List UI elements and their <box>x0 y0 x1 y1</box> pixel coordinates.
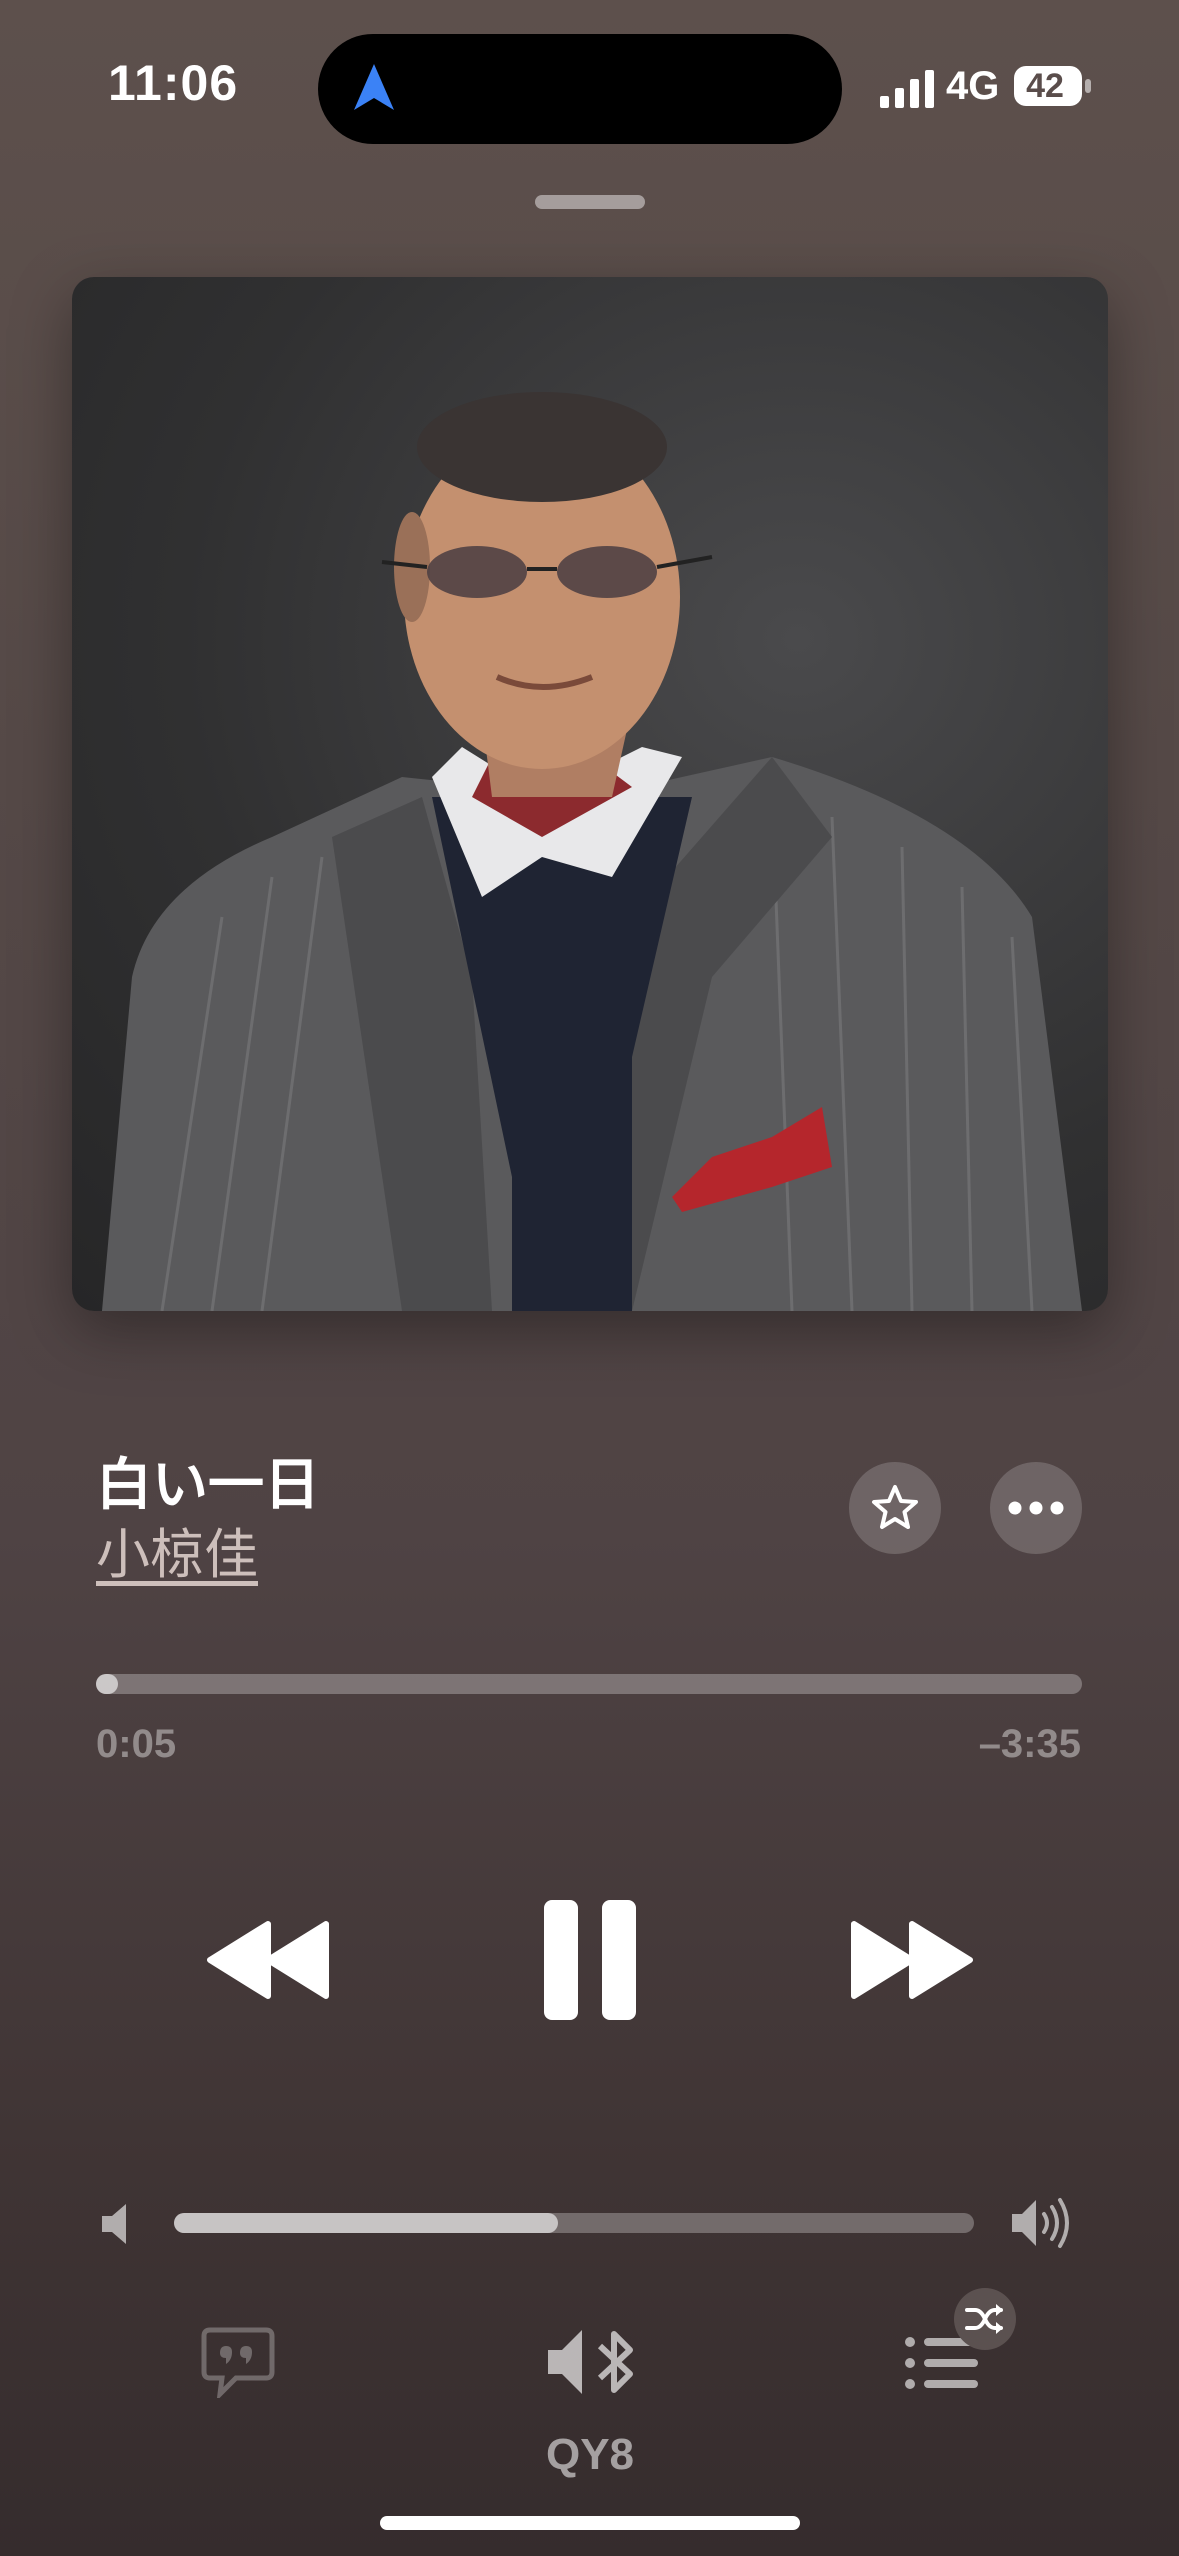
speaker-high-icon <box>1012 2198 1069 2248</box>
album-artwork <box>72 277 1108 1311</box>
cellular-signal-icon <box>880 70 934 108</box>
shuffle-icon <box>965 2304 1003 2334</box>
bluetooth-speaker-icon[interactable] <box>544 2324 640 2400</box>
sheet-grabber[interactable] <box>535 195 645 209</box>
playback-progress-fill <box>96 1674 118 1694</box>
shuffle-badge <box>954 2288 1016 2350</box>
pause-icon[interactable] <box>540 1896 640 2024</box>
status-time: 11:06 <box>108 55 239 111</box>
dynamic-island[interactable] <box>318 34 842 144</box>
remaining-time: –3:35 <box>978 1722 1081 1766</box>
battery-level: 42 <box>1026 67 1064 105</box>
playback-scrubber[interactable] <box>96 1674 1082 1694</box>
favorite-button[interactable] <box>849 1462 941 1554</box>
rewind-icon[interactable] <box>206 1920 332 2000</box>
navigation-arrow-icon <box>354 64 394 110</box>
more-options-button[interactable] <box>990 1462 1082 1554</box>
network-type: 4G <box>946 64 1000 108</box>
elapsed-time: 0:05 <box>96 1722 177 1766</box>
lyrics-bubble-icon[interactable] <box>200 2326 276 2398</box>
volume-level-fill <box>174 2213 558 2233</box>
fast-forward-icon[interactable] <box>848 1920 974 2000</box>
song-title[interactable]: 白い一日 <box>96 1440 320 1521</box>
star-icon <box>872 1485 918 1529</box>
home-indicator[interactable] <box>380 2516 800 2530</box>
artist-portrait-image <box>102 392 1082 1311</box>
ellipsis-icon <box>1008 1501 1064 1515</box>
output-device-name[interactable]: QY8 <box>440 2430 740 2480</box>
artist-name[interactable]: 小椋佳 <box>96 1510 258 1589</box>
speaker-low-icon <box>102 2204 126 2244</box>
